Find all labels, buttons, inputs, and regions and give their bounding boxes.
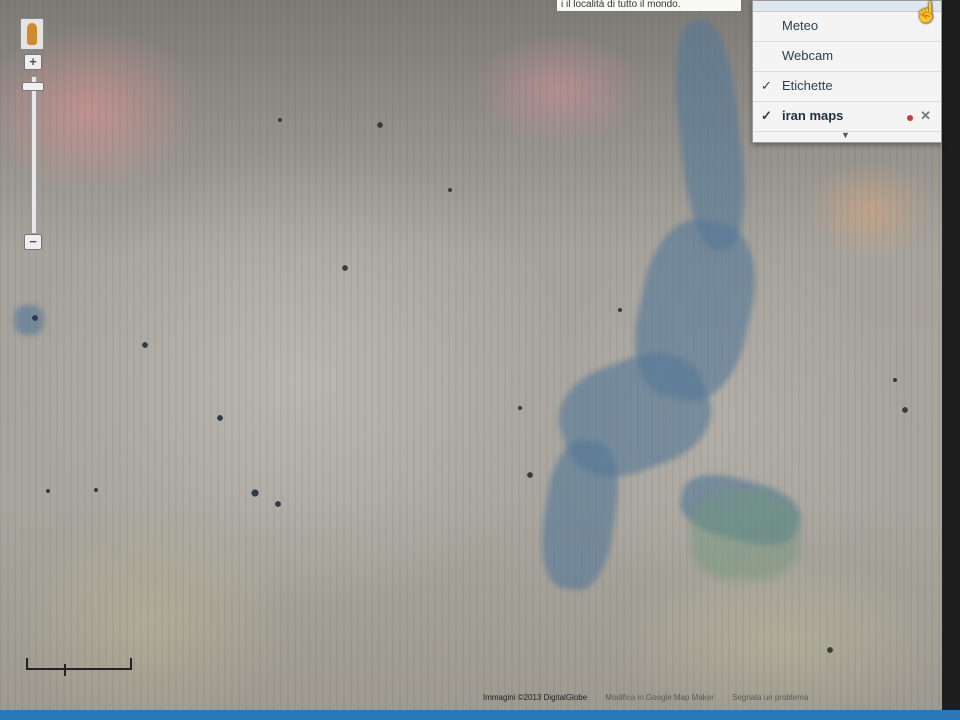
zoom-out-button[interactable]: −	[24, 234, 42, 250]
zoom-slider-track[interactable]	[31, 76, 37, 234]
pegman-icon[interactable]	[20, 18, 44, 50]
vegetation-patch	[690, 490, 800, 580]
river-shape	[14, 305, 44, 335]
zoom-slider-thumb[interactable]	[22, 82, 44, 91]
river-shape	[674, 465, 806, 555]
layer-item-meteo[interactable]: Meteo	[753, 12, 941, 42]
layer-label: Webcam	[782, 48, 834, 63]
river-shape	[545, 337, 725, 493]
layer-label: iran maps	[782, 108, 844, 123]
taskbar	[0, 710, 960, 720]
tooltip: i il località di tutto il mondo.	[556, 0, 742, 12]
layer-label: Meteo	[782, 18, 819, 33]
hand-cursor-icon: ☝	[914, 2, 939, 24]
scale-tick	[64, 664, 66, 676]
screen-bezel	[942, 0, 960, 720]
close-icon[interactable]: ✕	[920, 102, 931, 130]
river-shape	[534, 435, 626, 595]
layer-item-etichette[interactable]: Etichette	[753, 72, 941, 102]
tooltip-text: i il località di tutto il mondo.	[561, 0, 681, 10]
imagery-credit: Immagini ©2013 DigitalGlobe	[483, 693, 588, 702]
river-shape	[622, 210, 768, 410]
edit-in-map-maker-link[interactable]: Modifica in Google Map Maker	[605, 693, 714, 702]
layer-status-dot	[907, 115, 913, 121]
layers-menu-header[interactable]	[753, 1, 941, 12]
chevron-down-icon[interactable]: ▼	[841, 130, 850, 140]
river-shape	[668, 17, 752, 253]
report-problem-link[interactable]: Segnala un problema	[732, 693, 808, 702]
zoom-in-button[interactable]: +	[24, 54, 42, 70]
layer-item-webcam[interactable]: Webcam	[753, 42, 941, 72]
layer-label: Etichette	[782, 78, 833, 93]
layer-item-iran-maps[interactable]: iran maps ✕	[753, 102, 941, 132]
map-attribution: Immagini ©2013 DigitalGlobe Modifica in …	[483, 691, 824, 705]
pegman-figure	[27, 23, 37, 45]
scale-bar	[26, 658, 132, 670]
